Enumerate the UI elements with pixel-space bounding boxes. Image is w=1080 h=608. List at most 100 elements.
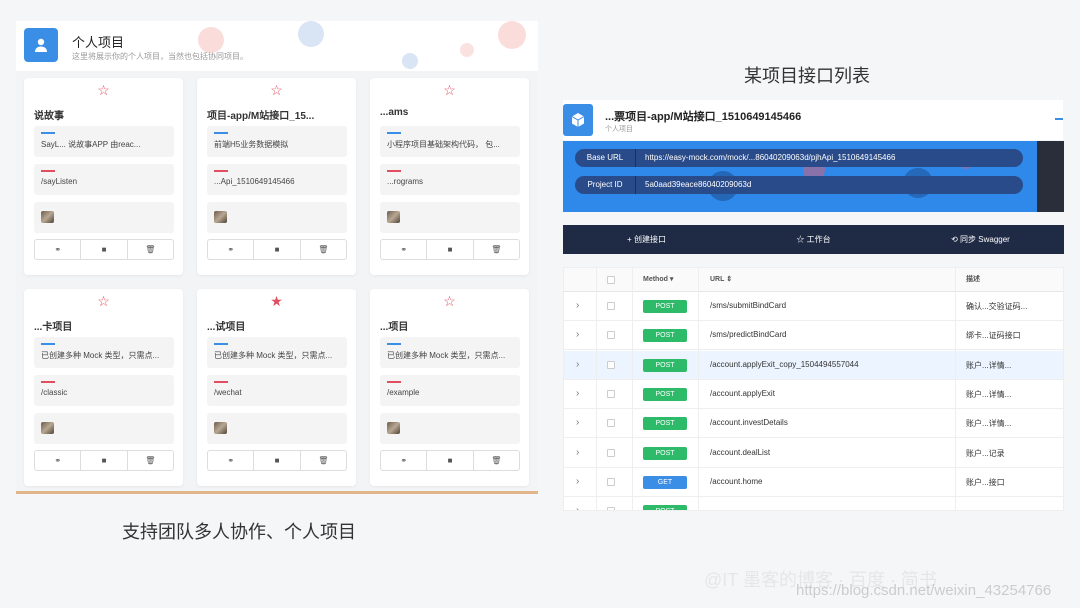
table-row[interactable]: › GET /account.home 账户...接口 bbox=[564, 468, 1063, 497]
row-checkbox[interactable] bbox=[607, 360, 615, 369]
card-title[interactable]: ...试项目 bbox=[207, 318, 349, 333]
member-avatar[interactable] bbox=[387, 422, 400, 434]
card-desc-row: 前端H5业务数据模拟 bbox=[207, 126, 347, 157]
project-card[interactable]: ★ ...试项目 已创建多种 Mock 类型，只需点... /wechat ⚭ … bbox=[197, 289, 356, 486]
star-icon[interactable]: ☆ bbox=[197, 82, 356, 98]
star-filled-icon[interactable]: ★ bbox=[197, 293, 356, 309]
project-card[interactable]: ☆ 说故事 SayL... 说故事APP 由reac... /sayListen… bbox=[24, 78, 183, 275]
expand-chevron-icon[interactable]: › bbox=[576, 505, 579, 510]
table-row[interactable]: › POST bbox=[564, 497, 1063, 510]
table-row[interactable]: › POST /sms/predictBindCard 绑卡...证码接口 bbox=[564, 321, 1063, 351]
row-checkbox[interactable] bbox=[607, 389, 615, 398]
method-badge: GET bbox=[643, 475, 687, 489]
star-icon[interactable]: ☆ bbox=[370, 293, 529, 309]
api-url[interactable]: /account.home bbox=[710, 477, 762, 486]
expand-chevron-icon[interactable]: › bbox=[576, 300, 579, 311]
link-icon[interactable]: ⚭ bbox=[35, 451, 82, 470]
select-all-checkbox[interactable] bbox=[607, 276, 615, 284]
project-id-pill[interactable]: Project ID 5a0aad39eace86040209063d bbox=[575, 176, 1023, 194]
card-title[interactable]: ...卡项目 bbox=[34, 318, 176, 333]
trash-icon[interactable]: 🗑 bbox=[128, 451, 173, 470]
card-actions: ⚭ ■ 🗑 bbox=[34, 239, 174, 260]
api-desc: 账户...记录 bbox=[966, 448, 1005, 458]
api-url[interactable]: /account.investDetails bbox=[710, 418, 788, 427]
copy-icon[interactable]: ■ bbox=[81, 240, 128, 259]
table-row[interactable]: › POST /account.investDetails 账户...详情... bbox=[564, 409, 1063, 439]
api-url[interactable]: /sms/submitBindCard bbox=[710, 301, 786, 310]
card-desc-row: 已创建多种 Mock 类型，只需点... bbox=[207, 337, 347, 368]
table-row[interactable]: › POST /account.applyExit_copy_150449455… bbox=[564, 350, 1063, 380]
project-card[interactable]: ☆ ...卡项目 已创建多种 Mock 类型，只需点... /classic ⚭… bbox=[24, 289, 183, 486]
base-url-value[interactable]: https://easy-mock.com/mock/...8604020906… bbox=[645, 149, 895, 167]
project-card[interactable]: ☆ 项目-app/M站接口_15... 前端H5业务数据模拟 ...Api_15… bbox=[197, 78, 356, 275]
create-api-button[interactable]: + 创建接口 bbox=[563, 234, 730, 245]
trash-icon[interactable]: 🗑 bbox=[301, 451, 346, 470]
expand-chevron-icon[interactable]: › bbox=[576, 388, 579, 399]
trash-icon[interactable]: 🗑 bbox=[474, 240, 519, 259]
row-checkbox[interactable] bbox=[607, 302, 615, 310]
table-row[interactable]: › POST /account.dealList 账户...记录 bbox=[564, 439, 1063, 468]
card-title[interactable]: 说故事 bbox=[34, 107, 176, 122]
member-avatar[interactable] bbox=[214, 211, 227, 223]
link-icon[interactable]: ⚭ bbox=[381, 451, 428, 470]
card-members-row bbox=[380, 413, 520, 444]
copy-icon[interactable]: ■ bbox=[427, 451, 474, 470]
expand-chevron-icon[interactable]: › bbox=[576, 476, 579, 487]
copy-icon[interactable]: ■ bbox=[427, 240, 474, 259]
project-id-value[interactable]: 5a0aad39eace86040209063d bbox=[645, 176, 751, 194]
col-method[interactable]: Method ▾ bbox=[643, 268, 673, 292]
member-avatar[interactable] bbox=[41, 211, 54, 223]
star-icon[interactable]: ☆ bbox=[24, 293, 183, 309]
table-row[interactable]: › POST /account.applyExit 账户...详情... bbox=[564, 380, 1063, 409]
link-icon[interactable]: ⚭ bbox=[208, 451, 255, 470]
card-base-url: ...Api_1510649145466 bbox=[214, 177, 295, 186]
table-row[interactable]: › POST /sms/submitBindCard 确认...交验证码... bbox=[564, 292, 1063, 321]
project-subtitle: 个人项目 bbox=[605, 126, 633, 133]
api-url[interactable]: /account.applyExit bbox=[710, 389, 775, 398]
card-base-row: /sayListen bbox=[34, 164, 174, 195]
expand-chevron-icon[interactable]: › bbox=[576, 447, 579, 458]
project-card[interactable]: ☆ ...项目 已创建多种 Mock 类型，只需点... /example ⚭ … bbox=[370, 289, 529, 486]
trash-icon[interactable]: 🗑 bbox=[128, 240, 173, 259]
sync-swagger-button[interactable]: ⟲ 同步 Swagger bbox=[897, 234, 1064, 245]
col-url[interactable]: URL ⇕ bbox=[710, 268, 732, 292]
trash-icon[interactable]: 🗑 bbox=[474, 451, 519, 470]
card-desc-row: 已创建多种 Mock 类型，只需点... bbox=[380, 337, 520, 368]
trash-icon[interactable]: 🗑 bbox=[301, 240, 346, 259]
row-checkbox[interactable] bbox=[607, 448, 615, 457]
member-avatar[interactable] bbox=[214, 422, 227, 434]
workspace-button[interactable]: ☆ 工作台 bbox=[730, 234, 897, 245]
card-title[interactable]: ...ams bbox=[380, 107, 522, 118]
api-desc: 账户...接口 bbox=[966, 477, 1005, 487]
expand-chevron-icon[interactable]: › bbox=[576, 359, 579, 370]
base-url-pill[interactable]: Base URL https://easy-mock.com/mock/...8… bbox=[575, 149, 1023, 167]
method-badge: POST bbox=[643, 358, 687, 372]
link-icon[interactable]: ⚭ bbox=[35, 240, 82, 259]
row-checkbox[interactable] bbox=[607, 419, 615, 428]
star-icon[interactable]: ☆ bbox=[24, 82, 183, 98]
link-icon[interactable]: ⚭ bbox=[208, 240, 255, 259]
star-icon[interactable]: ☆ bbox=[370, 82, 529, 98]
api-desc: 账户...详情... bbox=[966, 360, 1012, 370]
member-avatar[interactable] bbox=[387, 211, 400, 223]
copy-icon[interactable]: ■ bbox=[254, 240, 301, 259]
copy-icon[interactable]: ■ bbox=[81, 451, 128, 470]
row-checkbox[interactable] bbox=[607, 507, 615, 510]
api-url[interactable]: /account.dealList bbox=[710, 448, 770, 457]
expand-chevron-icon[interactable]: › bbox=[576, 417, 579, 428]
copy-icon[interactable]: ■ bbox=[254, 451, 301, 470]
card-title[interactable]: ...项目 bbox=[380, 318, 522, 333]
api-url[interactable]: /account.applyExit_copy_1504494557044 bbox=[710, 360, 859, 369]
card-desc: 前端H5业务数据模拟 bbox=[214, 140, 289, 149]
link-icon[interactable]: ⚭ bbox=[381, 240, 428, 259]
row-checkbox[interactable] bbox=[607, 331, 615, 340]
card-base-url: /sayListen bbox=[41, 177, 78, 186]
card-actions: ⚭ ■ 🗑 bbox=[380, 239, 520, 260]
row-checkbox[interactable] bbox=[607, 477, 615, 486]
api-url[interactable]: /sms/predictBindCard bbox=[710, 330, 786, 339]
personal-projects-panel: 个人项目 这里将展示你的个人项目，当然也包括协同项目。 ☆ 说故事 SayL..… bbox=[16, 21, 538, 493]
expand-chevron-icon[interactable]: › bbox=[576, 329, 579, 340]
member-avatar[interactable] bbox=[41, 422, 54, 434]
card-title[interactable]: 项目-app/M站接口_15... bbox=[207, 107, 349, 122]
project-card[interactable]: ☆ ...ams 小程序项目基础架构代码， 包... ...rograms ⚭ … bbox=[370, 78, 529, 275]
